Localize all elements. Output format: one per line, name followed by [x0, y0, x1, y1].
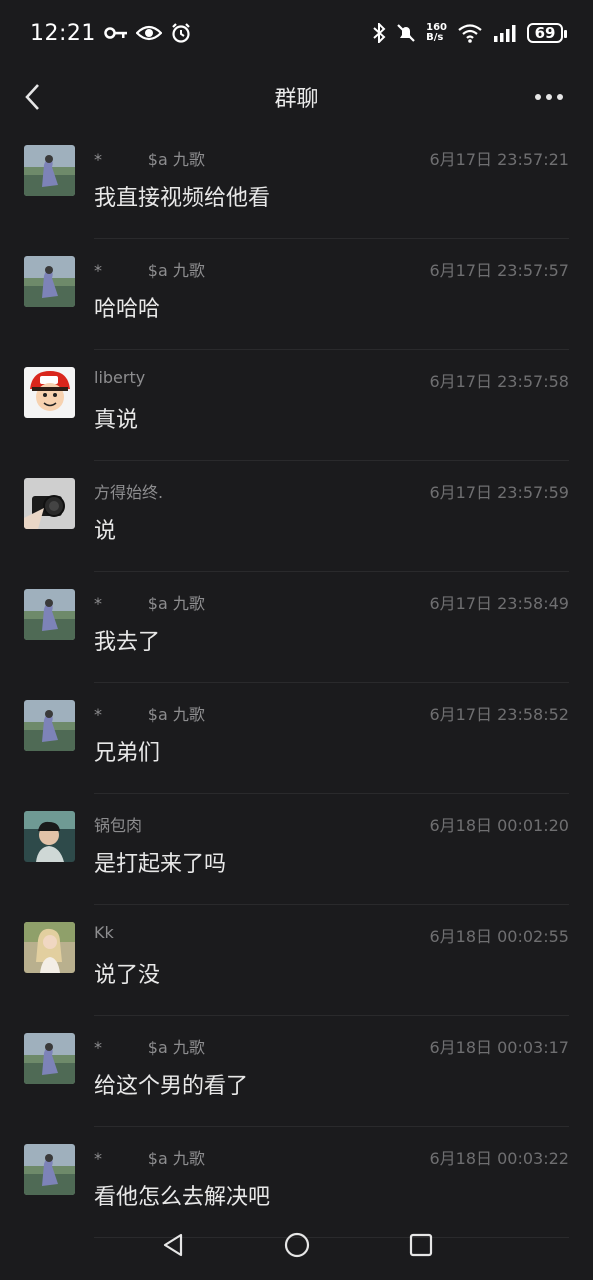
square-recents-icon: [409, 1233, 432, 1257]
battery-level: 69: [534, 24, 556, 42]
avatar[interactable]: [24, 1033, 75, 1084]
signal-icon: [493, 24, 517, 42]
avatar[interactable]: [24, 922, 75, 973]
nav-home-button[interactable]: [235, 1225, 359, 1265]
page-title: 群聊: [274, 87, 319, 112]
avatar[interactable]: [24, 478, 75, 529]
message-text: 是打起来了吗: [94, 852, 227, 877]
message-item[interactable]: * $a 九歌 6月17日 23:57:57 哈哈哈: [0, 239, 593, 350]
eye-icon: [135, 25, 162, 41]
message-time: 6月18日 00:01:20: [429, 816, 570, 835]
sender-name: * $a 九歌: [94, 1149, 205, 1168]
message-item[interactable]: * $a 九歌 6月17日 23:57:21 我直接视频给他看: [0, 128, 593, 239]
sender-name: * $a 九歌: [94, 150, 205, 169]
message-text: 给这个男的看了: [94, 1074, 249, 1099]
avatar[interactable]: [24, 256, 75, 307]
triangle-back-icon: [163, 1233, 182, 1257]
sender-name: * $a 九歌: [94, 1038, 205, 1057]
message-text: 真说: [94, 408, 139, 433]
bluetooth-icon: [372, 23, 386, 43]
message-text: 我去了: [94, 630, 161, 655]
message-time: 6月18日 00:03:17: [429, 1038, 570, 1057]
message-text: 说了没: [94, 963, 161, 988]
message-time: 6月17日 23:58:49: [429, 594, 570, 613]
back-button[interactable]: [16, 80, 50, 114]
nav-back-button[interactable]: [111, 1225, 235, 1265]
sender-name: * $a 九歌: [94, 594, 205, 613]
nav-recents-button[interactable]: [359, 1225, 483, 1265]
message-list: * $a 九歌 6月17日 23:57:21 我直接视频给他看 * $a 九歌 6月17…: [0, 128, 593, 1238]
sender-name: liberty: [94, 368, 146, 387]
status-time: 12:21: [30, 20, 96, 46]
sender-name: * $a 九歌: [94, 261, 205, 280]
message-item[interactable]: * $a 九歌 6月17日 23:58:52 兄弟们: [0, 683, 593, 794]
message-item[interactable]: 锅包肉 6月18日 00:01:20 是打起来了吗: [0, 794, 593, 905]
header: 群聊: [0, 66, 593, 128]
more-dots-icon: [535, 94, 563, 100]
net-speed-unit: B/s: [426, 32, 444, 43]
status-right: 160 B/s 69: [372, 23, 567, 43]
message-item[interactable]: liberty 6月17日 23:57:58 真说: [0, 350, 593, 461]
message-time: 6月17日 23:57:58: [429, 372, 570, 391]
avatar[interactable]: [24, 700, 75, 751]
message-time: 6月18日 00:02:55: [429, 927, 570, 946]
battery-indicator: 69: [527, 23, 567, 43]
message-item[interactable]: * $a 九歌 6月17日 23:58:49 我去了: [0, 572, 593, 683]
bell-muted-icon: [396, 23, 416, 43]
sender-name: * $a 九歌: [94, 705, 205, 724]
net-speed: 160 B/s: [426, 23, 447, 43]
message-time: 6月17日 23:57:21: [429, 150, 570, 169]
sender-name: Kk: [94, 923, 114, 942]
message-text: 哈哈哈: [94, 297, 161, 322]
chevron-left-icon: [25, 84, 39, 110]
alarm-icon: [170, 22, 192, 44]
avatar[interactable]: [24, 367, 75, 418]
wifi-icon: [457, 23, 483, 43]
message-text: 看他怎么去解决吧: [94, 1185, 271, 1210]
message-item[interactable]: * $a 九歌 6月18日 00:03:17 给这个男的看了: [0, 1016, 593, 1127]
message-time: 6月17日 23:58:52: [429, 705, 570, 724]
sender-name: 方得始终.: [94, 483, 164, 502]
status-bar: 12:21 160 B/s 69: [0, 0, 593, 66]
message-time: 6月17日 23:57:57: [429, 261, 570, 280]
message-time: 6月17日 23:57:59: [429, 483, 570, 502]
system-nav-bar: [0, 1210, 593, 1280]
avatar[interactable]: [24, 1144, 75, 1195]
avatar[interactable]: [24, 589, 75, 640]
message-time: 6月18日 00:03:22: [429, 1149, 570, 1168]
message-text: 兄弟们: [94, 741, 161, 766]
message-text: 我直接视频给他看: [94, 186, 271, 211]
sender-name: 锅包肉: [94, 816, 143, 835]
circle-home-icon: [284, 1232, 309, 1258]
avatar[interactable]: [24, 145, 75, 196]
message-text: 说: [94, 519, 117, 544]
status-left: 12:21: [30, 21, 192, 46]
more-button[interactable]: [529, 80, 569, 114]
avatar[interactable]: [24, 811, 75, 862]
message-item[interactable]: 方得始终. 6月17日 23:57:59 说: [0, 461, 593, 572]
key-icon: [104, 26, 128, 40]
message-item[interactable]: Kk 6月18日 00:02:55 说了没: [0, 905, 593, 1016]
